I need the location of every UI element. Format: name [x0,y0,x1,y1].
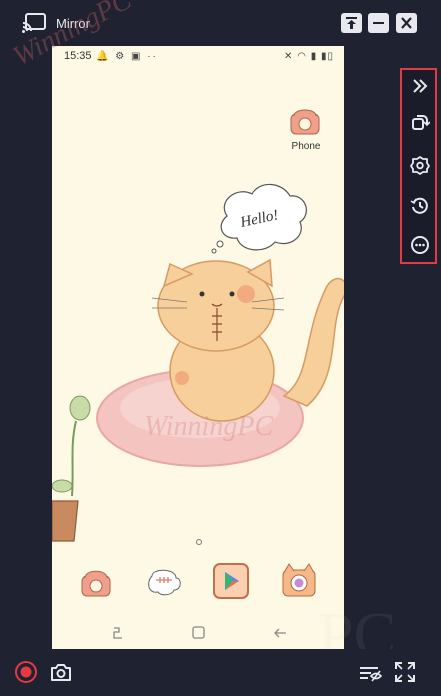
fullscreen-icon[interactable] [393,660,417,684]
collapse-button[interactable] [410,76,430,96]
more-button[interactable] [410,235,430,255]
rotate-button[interactable] [410,112,431,132]
chevrons-right-icon [413,79,428,93]
history-icon [410,197,428,214]
back-icon[interactable] [270,624,290,642]
close-button[interactable] [396,13,417,33]
window-title: Mirror [56,16,90,31]
side-toolbar [400,68,437,264]
dock-camera-icon[interactable] [280,562,318,600]
phone-app-icon[interactable] [288,104,322,138]
cast-icon [22,13,46,33]
settings-button[interactable] [410,155,430,175]
status-time: 15:35 [64,50,92,62]
more-icon [411,236,429,254]
title-bar: Mirror [0,0,441,46]
history-button[interactable] [410,196,430,216]
minimize-button[interactable] [368,13,389,33]
screenshot-icon[interactable] [49,660,73,684]
dock-phone-icon[interactable] [78,564,114,600]
record-icon[interactable] [14,660,38,684]
close-icon [401,17,412,29]
phone-nav-bar [52,618,344,649]
bottom-toolbar [0,649,441,696]
dock-messages-icon[interactable] [144,562,184,602]
page-indicator [196,539,202,545]
recents-icon[interactable] [108,624,128,642]
status-notification-icons: 🔔 ⚙ ▣ ·· [96,51,158,62]
phone-screen[interactable]: Hello! 15:35 🔔 ⚙ ▣ ·· ✕ ◠ ▮ ▮▯ Phone Win… [52,46,344,649]
minimize-icon [373,22,384,24]
home-icon[interactable] [188,624,208,642]
status-system-icons: ✕ ◠ ▮ ▮▯ [284,51,334,62]
dock-playstore-icon[interactable] [212,562,250,600]
gear-icon [410,156,430,175]
rotate-screen-icon [412,115,431,130]
status-bar: 15:35 🔔 ⚙ ▣ ·· ✕ ◠ ▮ ▮▯ [52,46,344,68]
hide-icon[interactable] [358,660,382,684]
phone-app-label: Phone [291,141,321,152]
pin-icon [346,17,357,29]
pin-button[interactable] [341,13,362,33]
